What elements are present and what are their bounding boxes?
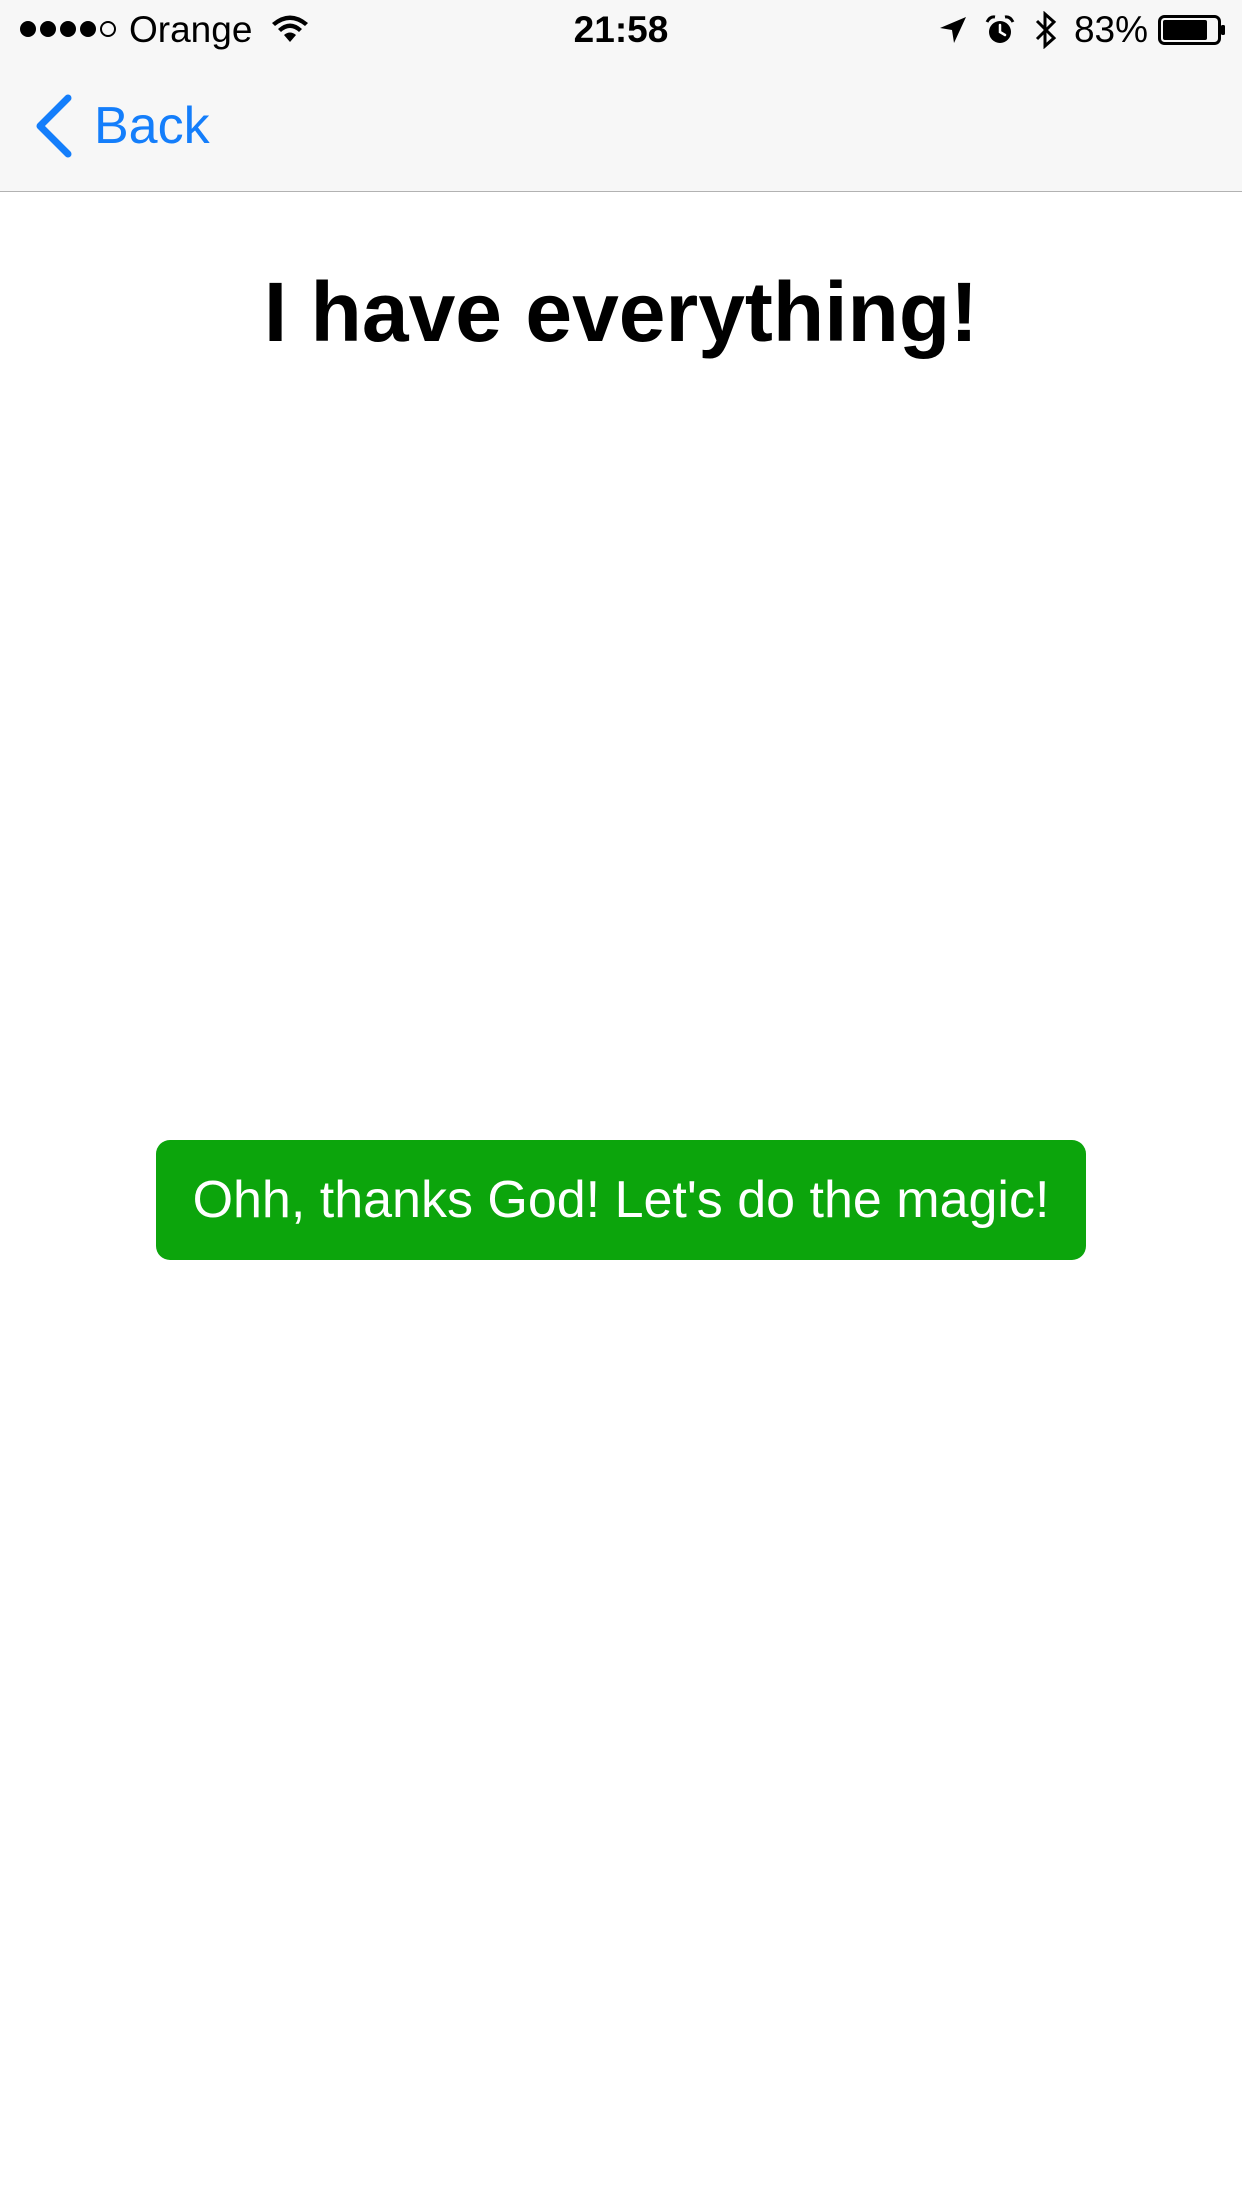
battery-level-fill bbox=[1163, 20, 1207, 40]
navigation-bar: Back bbox=[0, 60, 1242, 192]
bluetooth-icon bbox=[1035, 11, 1057, 49]
do-the-magic-button[interactable]: Ohh, thanks God! Let's do the magic! bbox=[156, 1140, 1086, 1260]
back-button[interactable]: Back bbox=[34, 94, 210, 158]
page-title: I have everything! bbox=[263, 265, 979, 359]
status-right-group: 83% bbox=[938, 10, 1226, 50]
battery-percentage: 83% bbox=[1073, 9, 1148, 50]
alarm-icon bbox=[985, 15, 1015, 43]
location-arrow-icon bbox=[939, 17, 966, 43]
status-bar: Orange 21:58 83% bbox=[0, 0, 1242, 60]
back-label: Back bbox=[94, 97, 210, 155]
chevron-left-icon bbox=[36, 94, 72, 158]
battery-icon bbox=[1158, 15, 1225, 45]
